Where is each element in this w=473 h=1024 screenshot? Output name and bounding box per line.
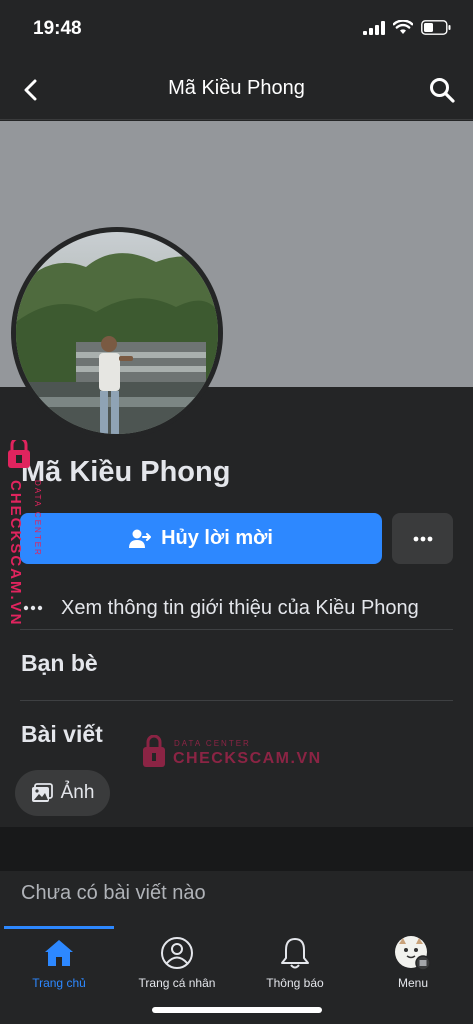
menu-avatar-icon xyxy=(395,936,431,971)
tab-home[interactable]: Trang chủ xyxy=(0,926,118,1006)
user-arrow-icon xyxy=(129,529,152,548)
bell-icon xyxy=(281,938,309,969)
cancel-request-label: Hủy lời mời xyxy=(161,527,273,549)
watermark-vertical: CHECKSCAM.VN DATA CENTER xyxy=(4,436,44,640)
cancel-request-button[interactable]: Hủy lời mời xyxy=(20,513,382,564)
home-indicator xyxy=(152,1007,322,1013)
intro-link-text: Xem thông tin giới thiệu của Kiều Phong xyxy=(61,596,419,619)
photos-chip[interactable]: Ảnh xyxy=(15,770,110,816)
profile-avatar[interactable] xyxy=(11,227,223,439)
profile-name: Mã Kiều Phong xyxy=(21,456,231,488)
photo-icon xyxy=(31,783,53,802)
posts-title: Bài viết xyxy=(21,721,103,747)
watermark-center-brand: CHECKSCAM.VN xyxy=(173,750,322,767)
watermark-center-sub: DATA CENTER xyxy=(174,739,251,748)
signal-icon xyxy=(363,20,385,35)
status-icons xyxy=(363,20,451,35)
status-time: 19:48 xyxy=(33,18,82,39)
status-bar: 19:48 xyxy=(0,0,473,60)
tab-profile[interactable]: Trang cá nhân xyxy=(118,926,236,1006)
avatar-photo xyxy=(16,232,218,434)
tab-menu-label: Menu xyxy=(397,976,429,990)
tab-notifications[interactable]: Thông báo xyxy=(236,926,354,1006)
nav-bar: Mã Kiều Phong xyxy=(0,60,473,120)
more-options-button[interactable] xyxy=(392,513,453,564)
tab-home-label: Trang chủ xyxy=(32,976,86,990)
search-icon xyxy=(430,78,455,103)
watermark-sub: DATA CENTER xyxy=(33,480,42,557)
wifi-icon xyxy=(393,20,413,34)
search-button[interactable] xyxy=(427,75,457,105)
watermark-center: DATA CENTER CHECKSCAM.VN xyxy=(140,733,320,773)
intro-link[interactable]: Xem thông tin giới thiệu của Kiều Phong xyxy=(20,588,453,628)
empty-posts-text: Chưa có bài viết nào xyxy=(21,882,206,904)
tab-notifications-label: Thông báo xyxy=(266,976,324,990)
watermark-brand: CHECKSCAM.VN xyxy=(7,480,24,627)
divider xyxy=(20,700,453,701)
tab-menu[interactable]: Menu xyxy=(354,926,472,1006)
profile-icon xyxy=(161,937,193,969)
photos-chip-label: Ảnh xyxy=(60,782,95,803)
more-dots-icon xyxy=(413,536,432,541)
friends-title: Bạn bè xyxy=(21,650,98,676)
battery-icon xyxy=(421,20,451,35)
page-title: Mã Kiều Phong xyxy=(168,77,305,99)
section-separator xyxy=(0,827,473,871)
divider xyxy=(20,629,453,630)
tab-profile-label: Trang cá nhân xyxy=(138,976,216,990)
home-icon xyxy=(45,940,73,966)
